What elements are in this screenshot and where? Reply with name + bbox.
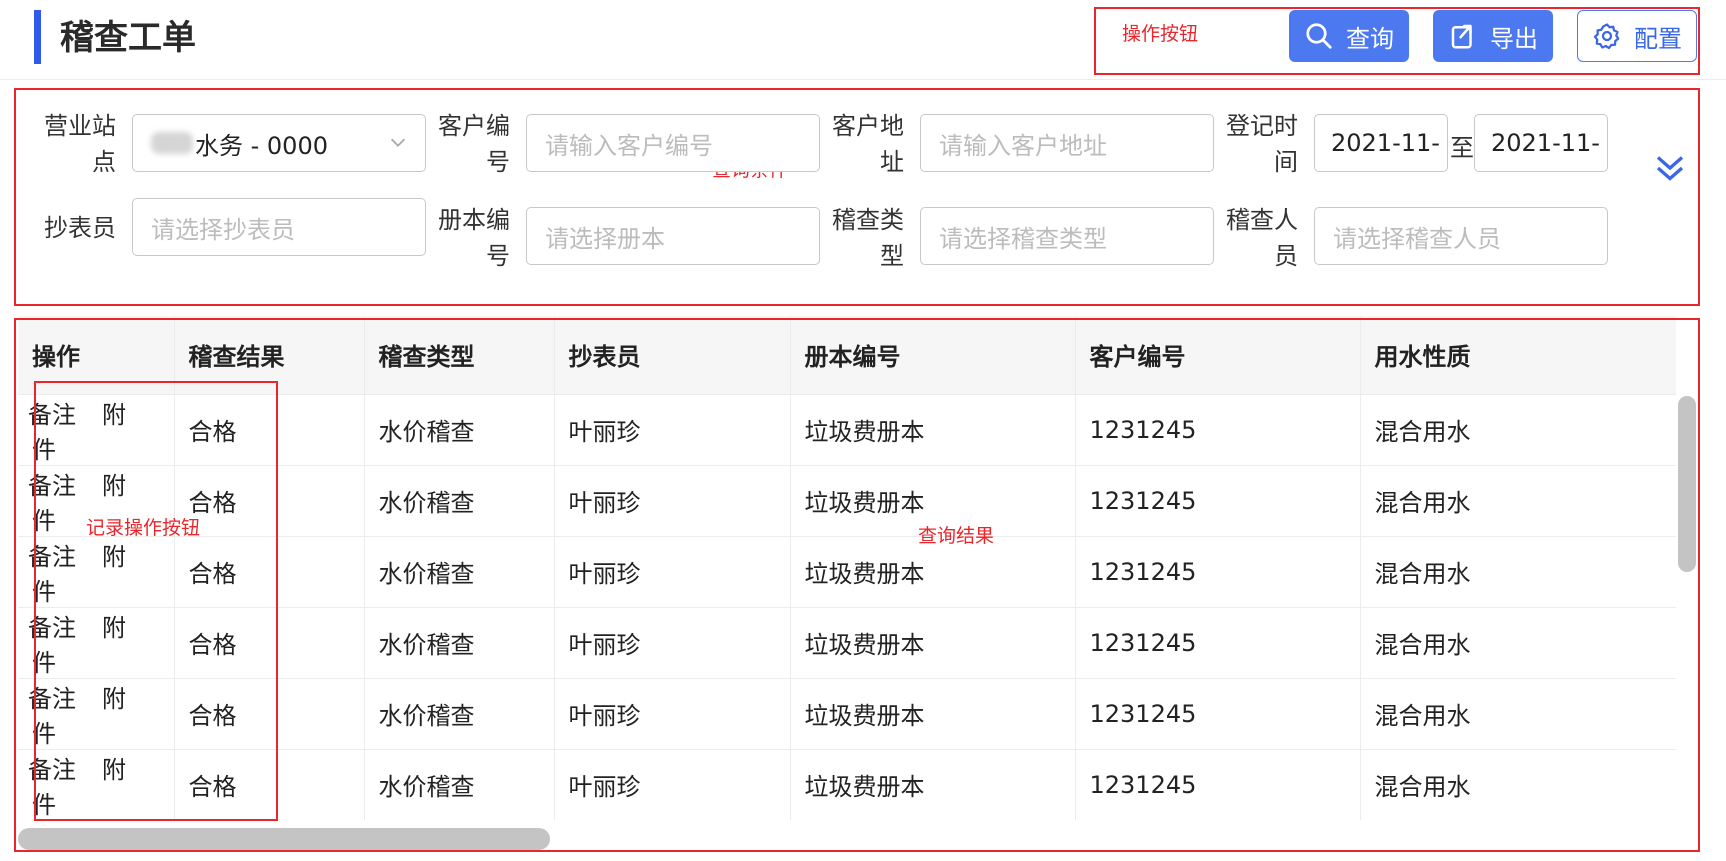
reader-select[interactable]: 请选择抄表员 xyxy=(132,198,426,256)
customer-no-label: 客户编号 xyxy=(438,112,510,176)
customer-addr-input[interactable]: 请输入客户地址 xyxy=(920,114,1214,172)
reg-time-end-input[interactable]: 2021-11- xyxy=(1474,114,1608,172)
record-actions-annotation-label: 记录操作按钮 xyxy=(86,517,201,539)
inspect-type-select[interactable]: 请选择稽查类型 xyxy=(920,207,1214,265)
customer-no-input[interactable]: 请输入客户编号 xyxy=(526,114,820,172)
inspector-select[interactable]: 请选择稽查人员 xyxy=(1314,207,1608,265)
book-no-label: 册本编号 xyxy=(438,206,510,270)
station-label: 营业站点 xyxy=(44,112,116,176)
page-title: 稽查工单 xyxy=(60,18,196,58)
reg-time-label: 登记时间 xyxy=(1226,112,1298,176)
date-range-separator: 至 xyxy=(1450,134,1474,162)
action-buttons-annotation-label: 操作按钮 xyxy=(1122,23,1199,45)
book-no-select[interactable]: 请选择册本 xyxy=(526,207,820,265)
horizontal-scrollbar[interactable] xyxy=(18,828,550,850)
expand-filters-icon[interactable] xyxy=(1652,150,1688,186)
station-value: 水务 - 0000 xyxy=(195,131,328,160)
inspect-type-label: 稽查类型 xyxy=(832,206,904,270)
reader-label: 抄表员 xyxy=(44,214,116,242)
query-results-annotation-label: 查询结果 xyxy=(918,525,995,547)
reg-time-start-input[interactable]: 2021-11- xyxy=(1314,114,1448,172)
title-accent-bar xyxy=(34,10,41,64)
redacted-text xyxy=(151,132,193,154)
station-select[interactable]: 水务 - 0000 xyxy=(132,114,426,172)
vertical-scrollbar[interactable] xyxy=(1678,396,1696,572)
customer-addr-label: 客户地址 xyxy=(832,112,904,176)
inspector-label: 稽查人员 xyxy=(1226,206,1298,270)
chevron-down-icon xyxy=(390,138,406,147)
record-actions-annotation-box xyxy=(34,381,278,821)
inspection-work-order-page: 稽查工单 查询 导出 配置 操作按钮 查询条件 营业站点 水务 - 0000 客… xyxy=(0,0,1726,861)
